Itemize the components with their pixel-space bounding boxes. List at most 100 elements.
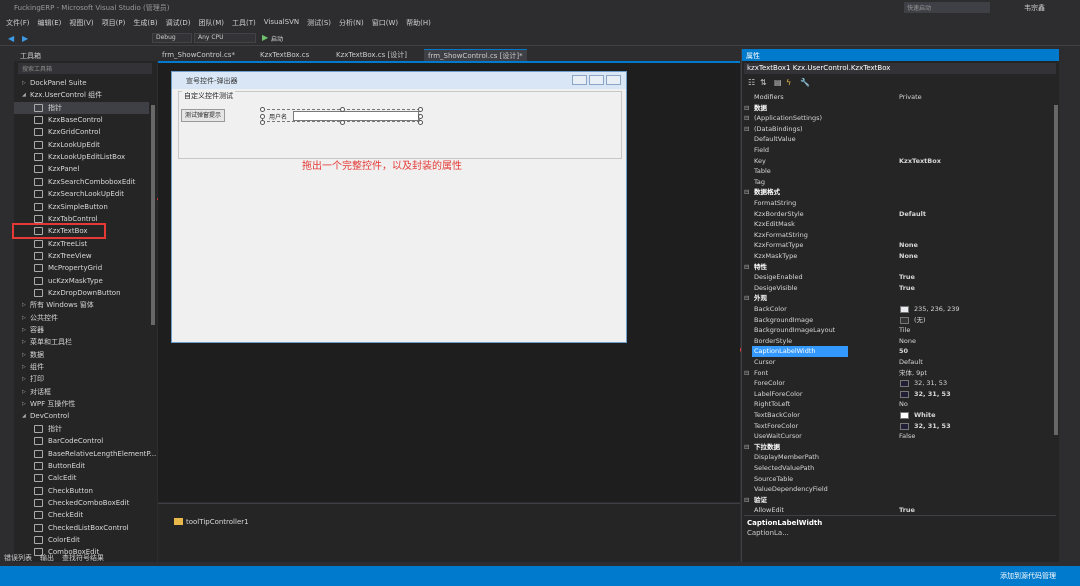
property-row[interactable]: ForeColor 32, 31, 53 bbox=[742, 378, 1054, 389]
toolbox-item[interactable]: KzxLookUpEdit bbox=[14, 139, 149, 151]
toolbox-item[interactable]: KzxSearchLookUpEdit bbox=[14, 188, 149, 200]
property-value[interactable]: 50 bbox=[899, 346, 908, 357]
property-value[interactable]: Default bbox=[899, 209, 926, 220]
property-value[interactable]: 32, 31, 53 bbox=[914, 378, 947, 389]
property-category[interactable]: ⊟ 特性 bbox=[742, 262, 1054, 273]
property-category[interactable]: ⊟ 数据 bbox=[742, 103, 1054, 114]
toolbox-item[interactable]: KzxTabControl bbox=[14, 213, 149, 225]
property-value[interactable]: Default bbox=[899, 357, 923, 368]
property-row[interactable]: Tag bbox=[742, 177, 1054, 188]
property-row[interactable]: Field bbox=[742, 145, 1054, 156]
toolbox-item[interactable]: KzxPanel bbox=[14, 163, 149, 175]
property-row[interactable]: BackgroundImageLayout Tile bbox=[742, 325, 1054, 336]
property-row[interactable]: ⊟ (DataBindings) bbox=[742, 124, 1054, 135]
menu-item[interactable]: VisualSVN bbox=[264, 18, 299, 28]
property-row[interactable]: KzxFormatString bbox=[742, 230, 1054, 241]
property-pages-icon[interactable]: 🔧 bbox=[800, 78, 810, 87]
toolbox-item[interactable]: KzxDropDownButton bbox=[14, 287, 149, 299]
toolbox-item[interactable]: ▷ 数据 bbox=[14, 349, 149, 361]
resize-handle[interactable] bbox=[260, 120, 265, 125]
toolbox-item[interactable]: ▷ 打印 bbox=[14, 373, 149, 385]
toolbox-item[interactable]: ▷ 组件 bbox=[14, 361, 149, 373]
expand-icon[interactable]: ⊟ bbox=[744, 495, 749, 506]
tab-document[interactable]: KzxTextBox.cs bbox=[256, 49, 313, 61]
toolbox-item[interactable]: CheckEdit bbox=[14, 509, 149, 521]
menu-item[interactable]: 文件(F) bbox=[6, 18, 30, 28]
toolbox-item[interactable]: CheckButton bbox=[14, 485, 149, 497]
property-value[interactable]: True bbox=[899, 272, 915, 283]
property-value[interactable]: Tile bbox=[899, 325, 910, 336]
menu-item[interactable]: 帮助(H) bbox=[406, 18, 431, 28]
tab-document[interactable]: frm_ShowControl.cs* bbox=[158, 49, 239, 61]
property-category[interactable]: ⊟ 外观 bbox=[742, 293, 1054, 304]
alphabetical-icon[interactable]: ⇅ bbox=[760, 78, 767, 87]
toolbox-item[interactable]: KzxTreeList bbox=[14, 238, 149, 250]
menu-item[interactable]: 工具(T) bbox=[232, 18, 256, 28]
resize-handle[interactable] bbox=[418, 120, 423, 125]
expand-icon[interactable]: ⊟ bbox=[744, 293, 749, 304]
property-category[interactable]: ⊟ 下拉数据 bbox=[742, 442, 1054, 453]
start-button[interactable]: 启动 bbox=[271, 34, 283, 43]
tab-document[interactable]: frm_ShowControl.cs [设计]* bbox=[424, 49, 527, 61]
menu-item[interactable]: 编辑(E) bbox=[38, 18, 62, 28]
tab-document[interactable]: KzxTextBox.cs [设计] bbox=[332, 49, 411, 61]
resize-handle[interactable] bbox=[418, 107, 423, 112]
property-row[interactable]: RightToLeft No bbox=[742, 399, 1054, 410]
property-row[interactable]: Key KzxTextBox bbox=[742, 156, 1054, 167]
property-row[interactable]: ValueDependencyField bbox=[742, 484, 1054, 495]
menu-item[interactable]: 视图(V) bbox=[69, 18, 93, 28]
test-popup-button[interactable]: 测试弹窗提示 bbox=[181, 109, 225, 122]
menu-item[interactable]: 测试(S) bbox=[307, 18, 331, 28]
expand-icon[interactable]: ⊟ bbox=[744, 187, 749, 198]
toolbox-item[interactable]: CalcEdit bbox=[14, 472, 149, 484]
property-row[interactable]: ⊟ (ApplicationSettings) bbox=[742, 113, 1054, 124]
property-row[interactable]: KzxMaskType None bbox=[742, 251, 1054, 262]
categorized-icon[interactable]: ☷ bbox=[748, 78, 755, 87]
close-icon[interactable] bbox=[606, 75, 621, 85]
minimize-icon[interactable] bbox=[572, 75, 587, 85]
menu-item[interactable]: 生成(B) bbox=[133, 18, 157, 28]
resize-handle[interactable] bbox=[260, 107, 265, 112]
toolbox-item[interactable]: BaseRelativeLengthElementP... bbox=[14, 448, 156, 460]
back-icon[interactable]: ◀ bbox=[8, 34, 14, 43]
property-value[interactable]: None bbox=[899, 251, 918, 262]
property-row[interactable]: SelectedValuePath bbox=[742, 463, 1054, 474]
designer-form[interactable]: 宣号控件-弹出器 自定义控件测试 测试弹窗提示 用户名 bbox=[171, 71, 627, 343]
resize-handle[interactable] bbox=[340, 107, 345, 112]
kzx-textbox-control[interactable]: 用户名 bbox=[260, 107, 423, 125]
toolbox-item[interactable]: KzxGridControl bbox=[14, 126, 149, 138]
menu-item[interactable]: 调试(D) bbox=[166, 18, 191, 28]
property-row[interactable]: CaptionLabelWidth 50 bbox=[742, 346, 1054, 357]
toolbox-scrollbar[interactable] bbox=[151, 105, 155, 325]
forward-icon[interactable]: ▶ bbox=[22, 34, 28, 43]
property-row[interactable]: DefaultValue bbox=[742, 134, 1054, 145]
expand-icon[interactable]: ⊟ bbox=[744, 442, 749, 453]
property-value[interactable]: (无) bbox=[914, 315, 926, 326]
toolbox-item[interactable]: KzxTreeView bbox=[14, 250, 149, 262]
property-row[interactable]: KzxFormatType None bbox=[742, 240, 1054, 251]
property-row[interactable]: Table bbox=[742, 166, 1054, 177]
object-selector[interactable]: kzxTextBox1 Kzx.UserControl.KzxTextBox bbox=[744, 63, 1056, 74]
toolbox-item[interactable]: ▷ 容器 bbox=[14, 324, 149, 336]
properties-scrollbar[interactable] bbox=[1054, 105, 1058, 435]
toolbox-search-input[interactable]: 搜索工具箱 bbox=[18, 63, 152, 74]
toolbox-item[interactable]: KzxTextBox bbox=[12, 223, 106, 240]
custom-control-groupbox[interactable] bbox=[178, 91, 622, 159]
properties-icon[interactable]: ▤ bbox=[774, 78, 782, 87]
resize-handle[interactable] bbox=[260, 114, 265, 119]
property-value[interactable]: 32, 31, 53 bbox=[914, 421, 951, 432]
resize-handle[interactable] bbox=[418, 114, 423, 119]
menu-item[interactable]: 团队(M) bbox=[198, 18, 224, 28]
toolbox-item[interactable]: ▷ 所有 Windows 窗体 bbox=[14, 299, 149, 311]
toolbox-item[interactable]: ▷ WPF 互操作性 bbox=[14, 398, 149, 410]
toolbox-item[interactable]: ButtonEdit bbox=[14, 460, 149, 472]
property-row[interactable]: TextBackColor White bbox=[742, 410, 1054, 421]
menu-item[interactable]: 窗口(W) bbox=[372, 18, 398, 28]
property-value[interactable]: True bbox=[899, 283, 915, 294]
property-row[interactable]: BorderStyle None bbox=[742, 336, 1054, 347]
property-value[interactable]: 宋体, 9pt bbox=[899, 368, 927, 379]
tooltip-controller-component[interactable]: toolTipController1 bbox=[186, 518, 249, 526]
property-category[interactable]: ⊟ 验证 bbox=[742, 495, 1054, 506]
toolbox-item[interactable]: BarCodeControl bbox=[14, 435, 149, 447]
property-row[interactable]: DesigeVisible True bbox=[742, 283, 1054, 294]
